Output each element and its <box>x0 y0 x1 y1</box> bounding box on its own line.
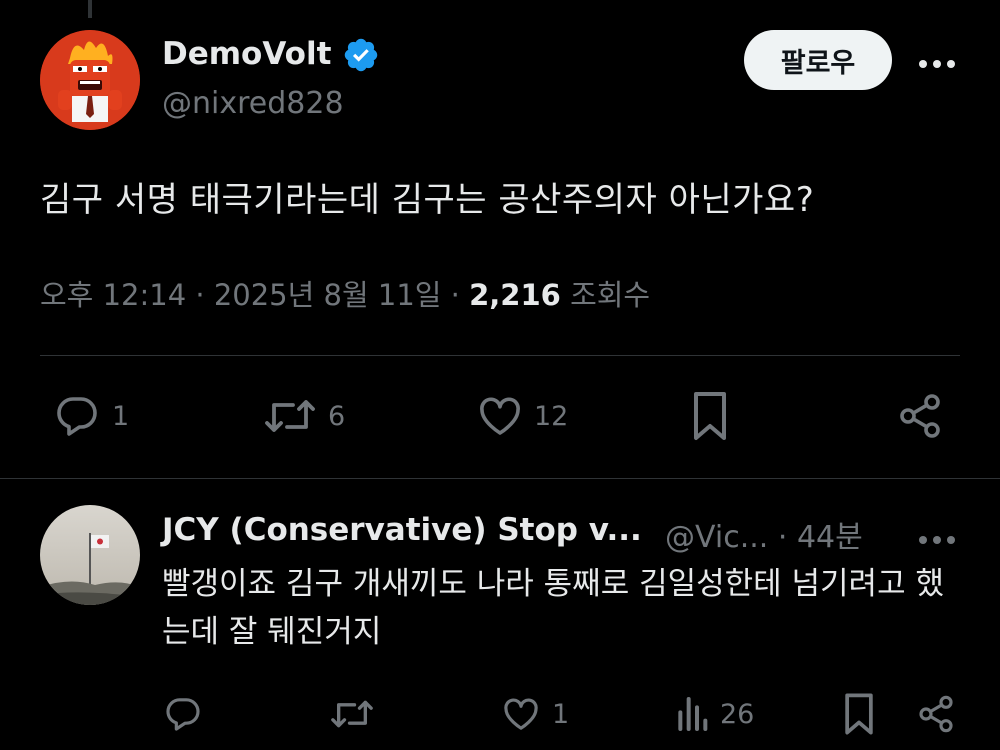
views-count: 2,216 <box>469 278 561 312</box>
share-icon <box>900 394 940 438</box>
like-icon <box>480 397 520 435</box>
retweet-button[interactable] <box>328 694 386 734</box>
reply-count: 1 <box>112 400 130 432</box>
reply-icon <box>57 397 97 436</box>
reply-handle-time: @Vic... · 44분 <box>665 512 863 556</box>
like-icon <box>504 698 538 730</box>
meta-separator: · <box>777 520 788 555</box>
follow-button[interactable]: 팔로우 <box>744 30 892 90</box>
retweet-icon <box>331 700 373 728</box>
divider <box>0 478 1000 479</box>
handle[interactable]: @nixred828 <box>162 86 344 121</box>
reply-button[interactable]: 1 <box>52 392 129 440</box>
like-button[interactable]: 12 <box>476 392 568 440</box>
like-button[interactable]: 1 <box>500 694 569 734</box>
reply-button[interactable] <box>162 694 214 734</box>
thread-line <box>88 0 92 18</box>
share-button[interactable] <box>916 694 956 734</box>
like-count: 12 <box>534 400 569 432</box>
bookmark-button[interactable] <box>842 692 876 736</box>
verified-badge-icon[interactable] <box>342 36 380 74</box>
reply-time[interactable]: 44분 <box>797 520 863 555</box>
meta-separator: · <box>450 278 460 312</box>
retweet-button[interactable]: 6 <box>262 392 345 440</box>
meta-separator: · <box>195 278 205 312</box>
views-label: 조회수 <box>570 278 651 312</box>
tweet-meta: 오후 12:14 · 2025년 8월 11일 · 2,216 조회수 <box>40 272 650 314</box>
bookmark-icon <box>845 693 873 735</box>
tweet-text: 김구 서명 태극기라는데 김구는 공산주의자 아닌가요? <box>40 180 815 220</box>
reply-display-name[interactable]: JCY (Conservative) Stop v... <box>162 512 642 548</box>
like-count: 1 <box>552 698 570 730</box>
bookmark-icon <box>694 392 726 440</box>
tweet-date[interactable]: 2025년 8월 11일 <box>214 278 442 312</box>
divider <box>40 355 960 356</box>
share-icon <box>919 695 953 733</box>
retweet-icon <box>265 400 315 432</box>
bookmark-button[interactable] <box>690 390 730 442</box>
reply-icon <box>166 698 200 731</box>
more-icon[interactable] <box>918 531 956 544</box>
views-count: 26 <box>720 698 755 730</box>
retweet-count: 6 <box>328 400 346 432</box>
views-icon <box>678 697 708 731</box>
reply-text: 빨갱이죠 김구 개새끼도 나라 통째로 김일성한테 넘기려고 했는데 잘 뒈진거… <box>162 566 944 650</box>
avatar[interactable] <box>40 505 140 605</box>
tweet-time[interactable]: 오후 12:14 <box>40 278 186 312</box>
share-button[interactable] <box>896 392 944 440</box>
avatar[interactable] <box>40 30 140 130</box>
views-button[interactable]: 26 <box>674 694 754 734</box>
more-icon[interactable] <box>918 55 956 68</box>
display-name[interactable]: DemoVolt <box>162 36 331 72</box>
reply-handle[interactable]: @Vic... <box>665 520 768 555</box>
